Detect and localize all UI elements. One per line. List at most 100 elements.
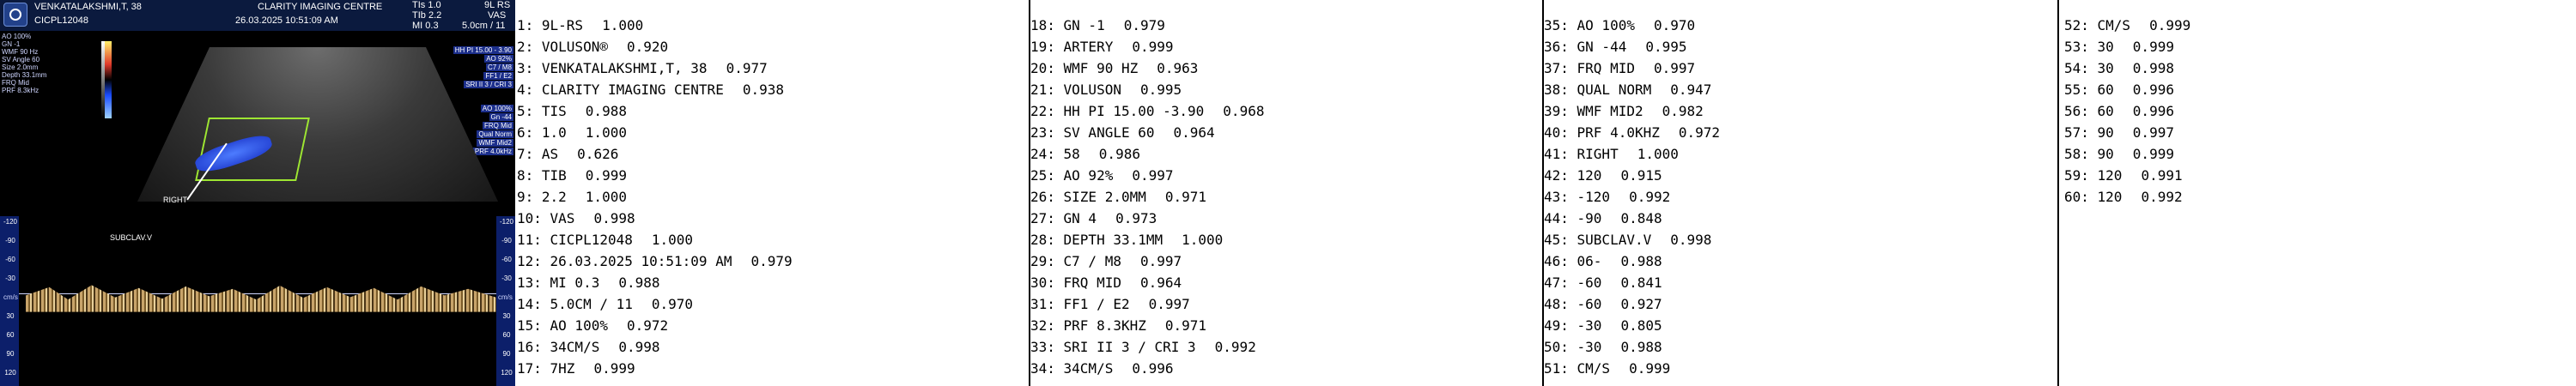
ocr-text: 41: RIGHT bbox=[1544, 146, 1619, 162]
ocr-score: 0.968 bbox=[1223, 103, 1265, 119]
ocr-score: 0.992 bbox=[2141, 189, 2183, 205]
ocr-line: 42: 120 0.915 bbox=[1544, 167, 1662, 184]
ocr-score: 0.999 bbox=[2132, 146, 2174, 162]
ocr-line: 48: -60 0.927 bbox=[1544, 296, 1662, 313]
ocr-line: 58: 90 0.999 bbox=[2064, 146, 2174, 163]
ocr-score: 0.992 bbox=[1629, 189, 1671, 205]
velocity-unit-left: cm/s bbox=[3, 293, 18, 301]
ocr-line: 17: 7HZ 0.999 bbox=[517, 360, 635, 377]
ocr-text: 30: FRQ MID bbox=[1030, 274, 1121, 291]
ocr-line: 16: 34CM/S 0.998 bbox=[517, 339, 660, 356]
ocr-line: 15: AO 100% 0.972 bbox=[517, 317, 668, 335]
ocr-text: 15: AO 100% bbox=[517, 317, 608, 334]
ocr-text: 18: GN -1 bbox=[1030, 17, 1105, 33]
ocr-line: 23: SV ANGLE 60 0.964 bbox=[1030, 124, 1215, 142]
ocr-score: 0.971 bbox=[1164, 189, 1207, 205]
ocr-text: 31: FF1 / E2 bbox=[1030, 296, 1130, 312]
ocr-text: 4: CLARITY IMAGING CENTRE bbox=[517, 81, 724, 98]
ocr-text: 53: 30 bbox=[2064, 39, 2114, 55]
ocr-line: 29: C7 / M8 0.997 bbox=[1030, 253, 1182, 270]
ocr-text: 8: TIB bbox=[517, 167, 567, 184]
ocr-score: 0.805 bbox=[1620, 317, 1662, 334]
scale-tick: -60 bbox=[501, 256, 512, 263]
ocr-line: 60: 120 0.992 bbox=[2064, 189, 2183, 206]
scale-tick: -90 bbox=[5, 237, 15, 244]
ocr-line: 34: 34CM/S 0.996 bbox=[1030, 360, 1174, 377]
centre-name: CLARITY IMAGING CENTRE bbox=[258, 2, 383, 12]
scale-tick: 90 bbox=[6, 350, 15, 358]
ocr-score: 1.000 bbox=[585, 189, 627, 205]
scale-tick: -120 bbox=[499, 218, 513, 226]
ocr-score: 1.000 bbox=[1182, 232, 1224, 248]
ocr-text: 12: 26.03.2025 10:51:09 AM bbox=[517, 253, 732, 269]
scale-tick: -30 bbox=[501, 274, 512, 282]
ocr-line: 5: TIS 0.988 bbox=[517, 103, 627, 120]
ocr-text: 48: -60 bbox=[1544, 296, 1602, 312]
ocr-line: 38: QUAL NORM 0.947 bbox=[1544, 81, 1711, 99]
ocr-score: 0.999 bbox=[2149, 17, 2191, 33]
ocr-line: 28: DEPTH 33.1MM 1.000 bbox=[1030, 232, 1223, 249]
ocr-text: 9: 2.2 bbox=[517, 189, 567, 205]
ocr-score: 0.972 bbox=[1678, 124, 1721, 141]
ocr-text: 26: SIZE 2.0MM bbox=[1030, 189, 1146, 205]
ocr-column-3: 35: AO 100% 0.970 36: GN -44 0.995 37: FRQ M… bbox=[1544, 0, 2057, 386]
probe-name: 9L RS bbox=[484, 0, 511, 10]
scale-tick: 30 bbox=[6, 312, 15, 320]
ocr-score: 0.998 bbox=[1670, 232, 1712, 248]
exam-datetime: 26.03.2025 10:51:09 AM bbox=[235, 15, 338, 26]
patient-name: VENKATALAKSHMI,T, 38 bbox=[34, 2, 142, 12]
ocr-score: 0.915 bbox=[1620, 167, 1662, 184]
ocr-text: 39: WMF MID2 bbox=[1544, 103, 1643, 119]
ocr-text: 49: -30 bbox=[1544, 317, 1602, 334]
ocr-text: 27: GN 4 bbox=[1030, 210, 1097, 226]
ocr-line: 53: 30 0.999 bbox=[2064, 39, 2174, 56]
ocr-line: 39: WMF MID2 0.982 bbox=[1544, 103, 1704, 120]
left-param: SV Angle 60 bbox=[2, 56, 40, 63]
ocr-score: 0.988 bbox=[618, 274, 660, 291]
ocr-score: 0.999 bbox=[1629, 360, 1671, 377]
right-param: AO 100% bbox=[480, 105, 513, 112]
ocr-score: 0.973 bbox=[1115, 210, 1157, 226]
ocr-line: 54: 30 0.998 bbox=[2064, 60, 2174, 77]
ocr-score: 0.996 bbox=[2132, 103, 2174, 119]
mi-value: MI 0.3 bbox=[412, 21, 439, 31]
left-param: Size 2.0mm bbox=[2, 63, 39, 71]
right-param: SRI II 3 / CRI 3 bbox=[464, 81, 513, 88]
left-param: WMF 90 Hz bbox=[2, 48, 39, 56]
ocr-text: 6: 1.0 bbox=[517, 124, 567, 141]
ocr-score: 0.972 bbox=[626, 317, 669, 334]
ocr-score: 0.995 bbox=[1645, 39, 1687, 55]
ocr-score: 0.848 bbox=[1620, 210, 1662, 226]
ocr-text: 11: CICPL12048 bbox=[517, 232, 633, 248]
ocr-text: 29: C7 / M8 bbox=[1030, 253, 1121, 269]
ocr-score: 0.964 bbox=[1173, 124, 1215, 141]
ocr-line: 10: VAS 0.998 bbox=[517, 210, 635, 227]
ocr-line: 6: 1.0 1.000 bbox=[517, 124, 627, 142]
ocr-text: 59: 120 bbox=[2064, 167, 2123, 184]
vessel-label: SUBCLAV.V bbox=[110, 233, 153, 242]
left-param: GN -1 bbox=[2, 40, 21, 48]
ocr-score: 1.000 bbox=[585, 124, 627, 141]
ocr-text: 2: VOLUSON® bbox=[517, 39, 608, 55]
ocr-line: 13: MI 0.3 0.988 bbox=[517, 274, 660, 292]
ocr-text: 37: FRQ MID bbox=[1544, 60, 1635, 76]
right-param: PRF 4.0kHz bbox=[472, 148, 513, 155]
ocr-text: 36: GN -44 bbox=[1544, 39, 1627, 55]
right-param: Qual Norm bbox=[477, 130, 513, 138]
ocr-score: 0.992 bbox=[1214, 339, 1256, 355]
ocr-score: 0.996 bbox=[2132, 81, 2174, 98]
ocr-column-4: 52: CM/S 0.999 53: 30 0.999 54: 30 0.998 55: 6… bbox=[2064, 0, 2576, 386]
ocr-text: 54: 30 bbox=[2064, 60, 2114, 76]
ocr-line: 47: -60 0.841 bbox=[1544, 274, 1662, 292]
ocr-text: 25: AO 92% bbox=[1030, 167, 1114, 184]
ocr-text: 14: 5.0CM / 11 bbox=[517, 296, 633, 312]
ocr-text: 13: MI 0.3 bbox=[517, 274, 600, 291]
ocr-score: 0.979 bbox=[1123, 17, 1165, 33]
patient-id: CICPL12048 bbox=[34, 15, 88, 26]
tib-value: TIb 2.2 bbox=[412, 10, 442, 21]
ocr-score: 0.991 bbox=[2141, 167, 2183, 184]
ocr-line: 11: CICPL12048 1.000 bbox=[517, 232, 693, 249]
left-param: Depth 33.1mm bbox=[2, 71, 47, 79]
ocr-score: 0.988 bbox=[585, 103, 627, 119]
scale-tick: 60 bbox=[6, 331, 15, 339]
